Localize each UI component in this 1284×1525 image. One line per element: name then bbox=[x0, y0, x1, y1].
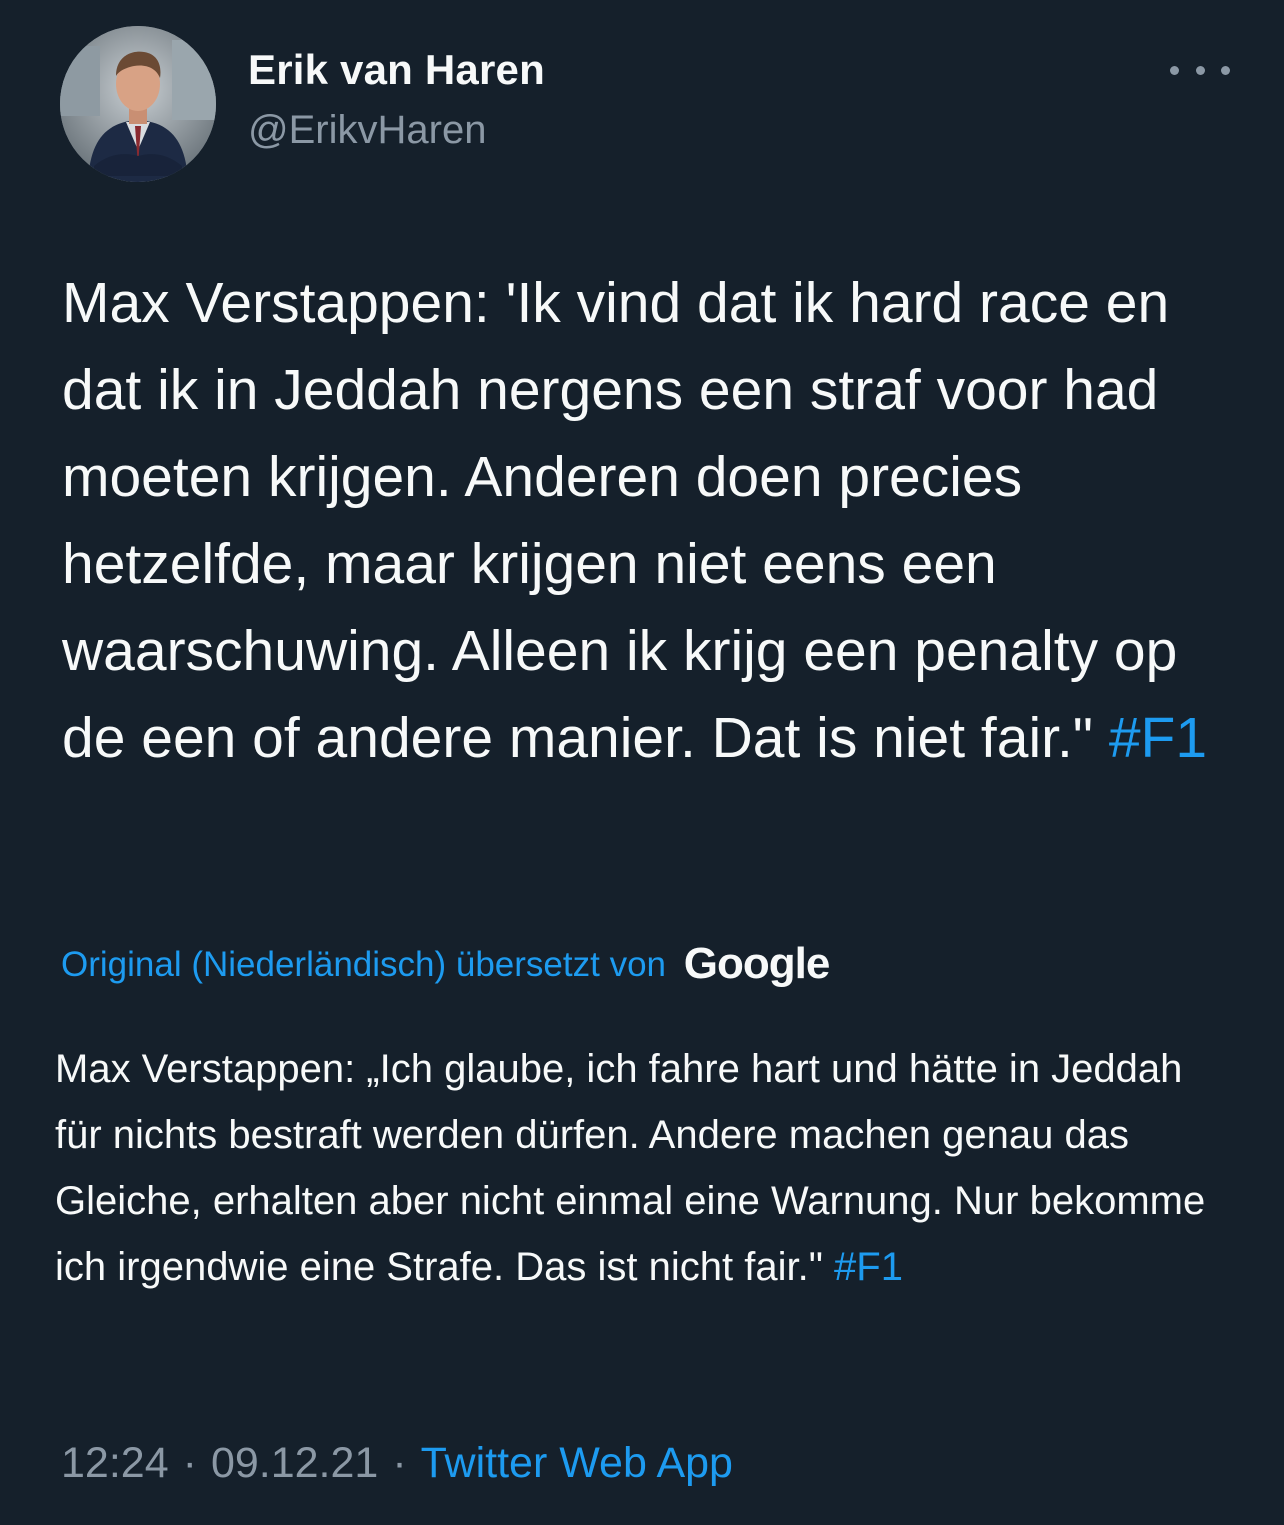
hashtag-link[interactable]: #F1 bbox=[1109, 706, 1207, 770]
translated-body: Max Verstappen: „Ich glaube, ich fahre h… bbox=[55, 1047, 1206, 1289]
author-info: Erik van Haren @ErikvHaren bbox=[248, 44, 545, 156]
translated-text: Max Verstappen: „Ich glaube, ich fahre h… bbox=[55, 1036, 1235, 1300]
translation-credit[interactable]: Original (Niederländisch) übersetzt von … bbox=[61, 936, 831, 993]
translation-credit-label: Original (Niederländisch) übersetzt von bbox=[61, 945, 666, 984]
tweet-meta: 12:24 · 09.12.21 · Twitter Web App bbox=[61, 1433, 733, 1493]
more-dot bbox=[1195, 65, 1205, 75]
translated-hashtag-link[interactable]: #F1 bbox=[834, 1245, 903, 1289]
author-handle[interactable]: @ErikvHaren bbox=[248, 104, 545, 156]
meta-separator: · bbox=[182, 1439, 197, 1487]
google-logo: Google bbox=[683, 939, 831, 988]
more-horizontal-icon[interactable] bbox=[1170, 58, 1230, 82]
author-name[interactable]: Erik van Haren bbox=[248, 44, 545, 96]
more-dot bbox=[1221, 65, 1230, 75]
tweet-header: Erik van Haren @ErikvHaren bbox=[60, 26, 1230, 186]
more-dot bbox=[1170, 65, 1179, 75]
tweet-date[interactable]: 09.12.21 bbox=[211, 1439, 378, 1487]
tweet: Erik van Haren @ErikvHaren Max Verstappe… bbox=[0, 0, 1284, 1525]
tweet-body: Max Verstappen: 'Ik vind dat ik hard rac… bbox=[62, 271, 1178, 770]
tweet-time[interactable]: 12:24 bbox=[61, 1439, 169, 1487]
tweet-text: Max Verstappen: 'Ik vind dat ik hard rac… bbox=[62, 260, 1232, 782]
tweet-source[interactable]: Twitter Web App bbox=[421, 1439, 733, 1487]
meta-separator: · bbox=[392, 1439, 407, 1487]
avatar[interactable] bbox=[60, 26, 216, 182]
